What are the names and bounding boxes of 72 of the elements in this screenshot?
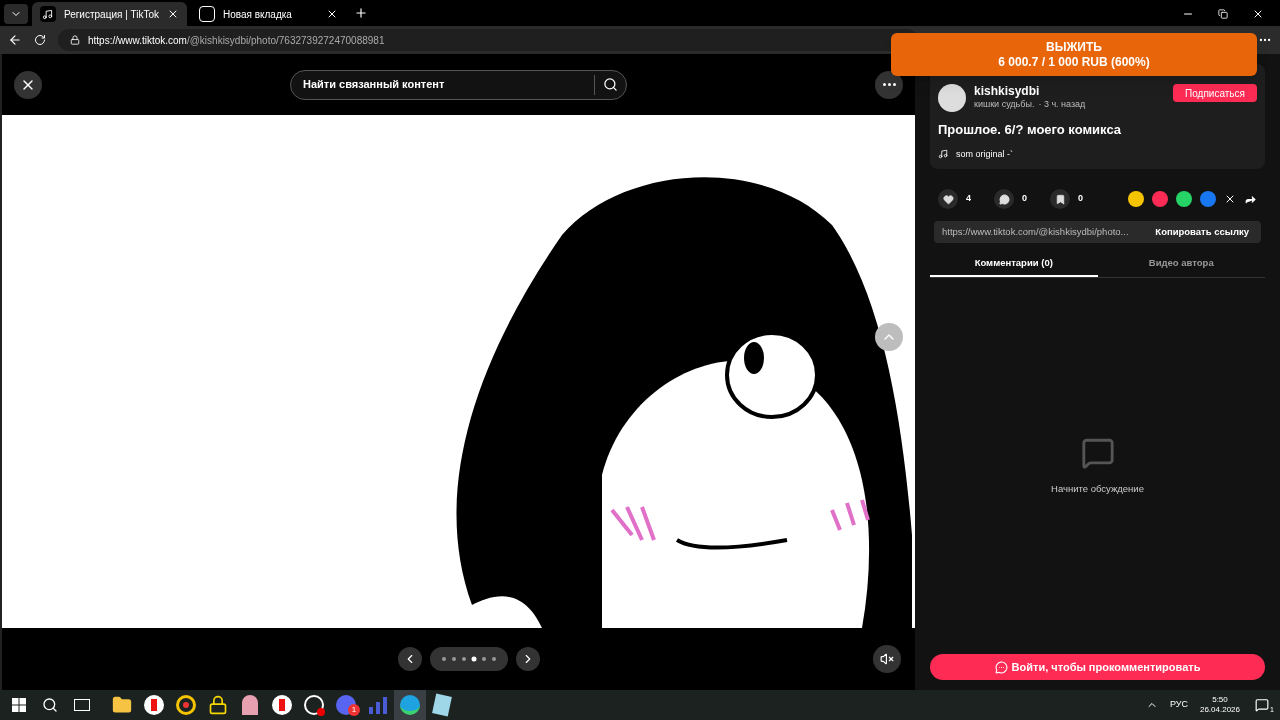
task-view-icon[interactable] bbox=[74, 699, 90, 711]
heart-icon bbox=[942, 193, 954, 205]
follow-button[interactable]: Подписаться bbox=[1173, 84, 1257, 102]
browser-tab[interactable]: Новая вкладка bbox=[191, 2, 346, 26]
banner-title: ВЫЖИТЬ bbox=[1046, 39, 1102, 55]
nickname: кишки судьбы. bbox=[974, 99, 1035, 111]
close-icon[interactable] bbox=[167, 8, 179, 20]
clock-time: 5:50 bbox=[1212, 695, 1228, 705]
next-button[interactable] bbox=[515, 647, 540, 671]
save-button[interactable] bbox=[1050, 189, 1070, 209]
notification-icon bbox=[1255, 698, 1269, 712]
more-button[interactable] bbox=[875, 70, 903, 99]
url-text: https://www.tiktok.com/@kishkisydbi/photo/7632739272470088981 bbox=[88, 33, 385, 48]
close-button[interactable] bbox=[14, 70, 42, 99]
tab-title: Регистрация | TikTok bbox=[63, 7, 160, 22]
avatar[interactable] bbox=[938, 84, 966, 112]
notepad-icon bbox=[432, 693, 452, 717]
previous-button[interactable] bbox=[397, 647, 422, 671]
comment-icon bbox=[994, 660, 1008, 674]
more-icon bbox=[882, 83, 896, 86]
username[interactable]: kishkisydbi bbox=[974, 84, 1166, 99]
sound-name[interactable]: som original -` bbox=[956, 147, 1013, 161]
close-icon[interactable] bbox=[326, 8, 338, 20]
bar-chart-icon bbox=[368, 696, 388, 714]
speech-bubble-icon bbox=[998, 193, 1010, 205]
muted-speaker-icon bbox=[880, 652, 894, 666]
post-time: · 3 ч. назад bbox=[1038, 99, 1086, 111]
mute-button[interactable] bbox=[873, 645, 901, 673]
ring-icon bbox=[176, 695, 196, 715]
post-caption: Прошлое. 6/? моего комикса bbox=[938, 121, 1122, 139]
taskbar-app[interactable]: 1 bbox=[330, 690, 362, 720]
close-icon[interactable] bbox=[1252, 8, 1264, 20]
whatsapp-share-icon[interactable] bbox=[1176, 191, 1192, 207]
new-tab-icon[interactable] bbox=[354, 6, 368, 20]
comment-count: 0 bbox=[1022, 192, 1028, 206]
record-icon bbox=[304, 695, 324, 715]
scroll-up-button[interactable] bbox=[875, 323, 903, 351]
notification-badge: 1 bbox=[348, 704, 360, 716]
restore-icon[interactable] bbox=[1218, 9, 1228, 19]
search-icon[interactable] bbox=[42, 697, 58, 713]
save-count: 0 bbox=[1078, 192, 1083, 206]
language-indicator[interactable]: РУС bbox=[1169, 698, 1188, 712]
login-to-comment-button[interactable]: Войти, чтобы прокомментировать bbox=[930, 654, 1265, 680]
bookmark-icon bbox=[1054, 193, 1066, 205]
copy-link-button[interactable]: Копировать ссылку bbox=[1143, 221, 1261, 243]
search-placeholder: Найти связанный контент bbox=[303, 77, 446, 93]
send-share-icon[interactable] bbox=[1152, 191, 1168, 207]
music-note-icon bbox=[938, 149, 948, 160]
lock-icon bbox=[70, 35, 80, 45]
page-icon bbox=[199, 6, 215, 22]
search-field[interactable]: Найти связанный контент bbox=[290, 69, 627, 100]
panel-tab[interactable]: Видео автора bbox=[1097, 251, 1265, 277]
back-icon[interactable] bbox=[8, 33, 22, 47]
panel-tab[interactable]: Комментарии (0) bbox=[930, 251, 1098, 277]
windows-logo-icon[interactable] bbox=[12, 698, 26, 712]
repost-share-icon[interactable] bbox=[1128, 191, 1144, 207]
x-share-icon[interactable] bbox=[1224, 193, 1236, 205]
like-button[interactable] bbox=[938, 189, 958, 209]
facebook-share-icon[interactable] bbox=[1200, 191, 1216, 207]
clock-date: 26.04.2026 bbox=[1199, 705, 1240, 715]
reload-icon[interactable] bbox=[34, 34, 46, 46]
like-count: 4 bbox=[966, 192, 972, 206]
empty-comments-text: Начните обсуждение bbox=[1051, 481, 1144, 496]
banner-amount: 6 000.7 / 1 000 RUB (600%) bbox=[998, 54, 1150, 70]
comment-button[interactable] bbox=[994, 189, 1014, 209]
music-note-icon bbox=[40, 6, 56, 22]
folder-icon bbox=[112, 695, 132, 715]
tab-title: Новая вкладка bbox=[223, 7, 293, 22]
padlock-icon bbox=[208, 695, 228, 715]
search-icon[interactable] bbox=[603, 77, 618, 92]
browser-tab[interactable]: Регистрация | TikTok bbox=[32, 2, 187, 26]
tab-list-button[interactable] bbox=[4, 4, 28, 24]
